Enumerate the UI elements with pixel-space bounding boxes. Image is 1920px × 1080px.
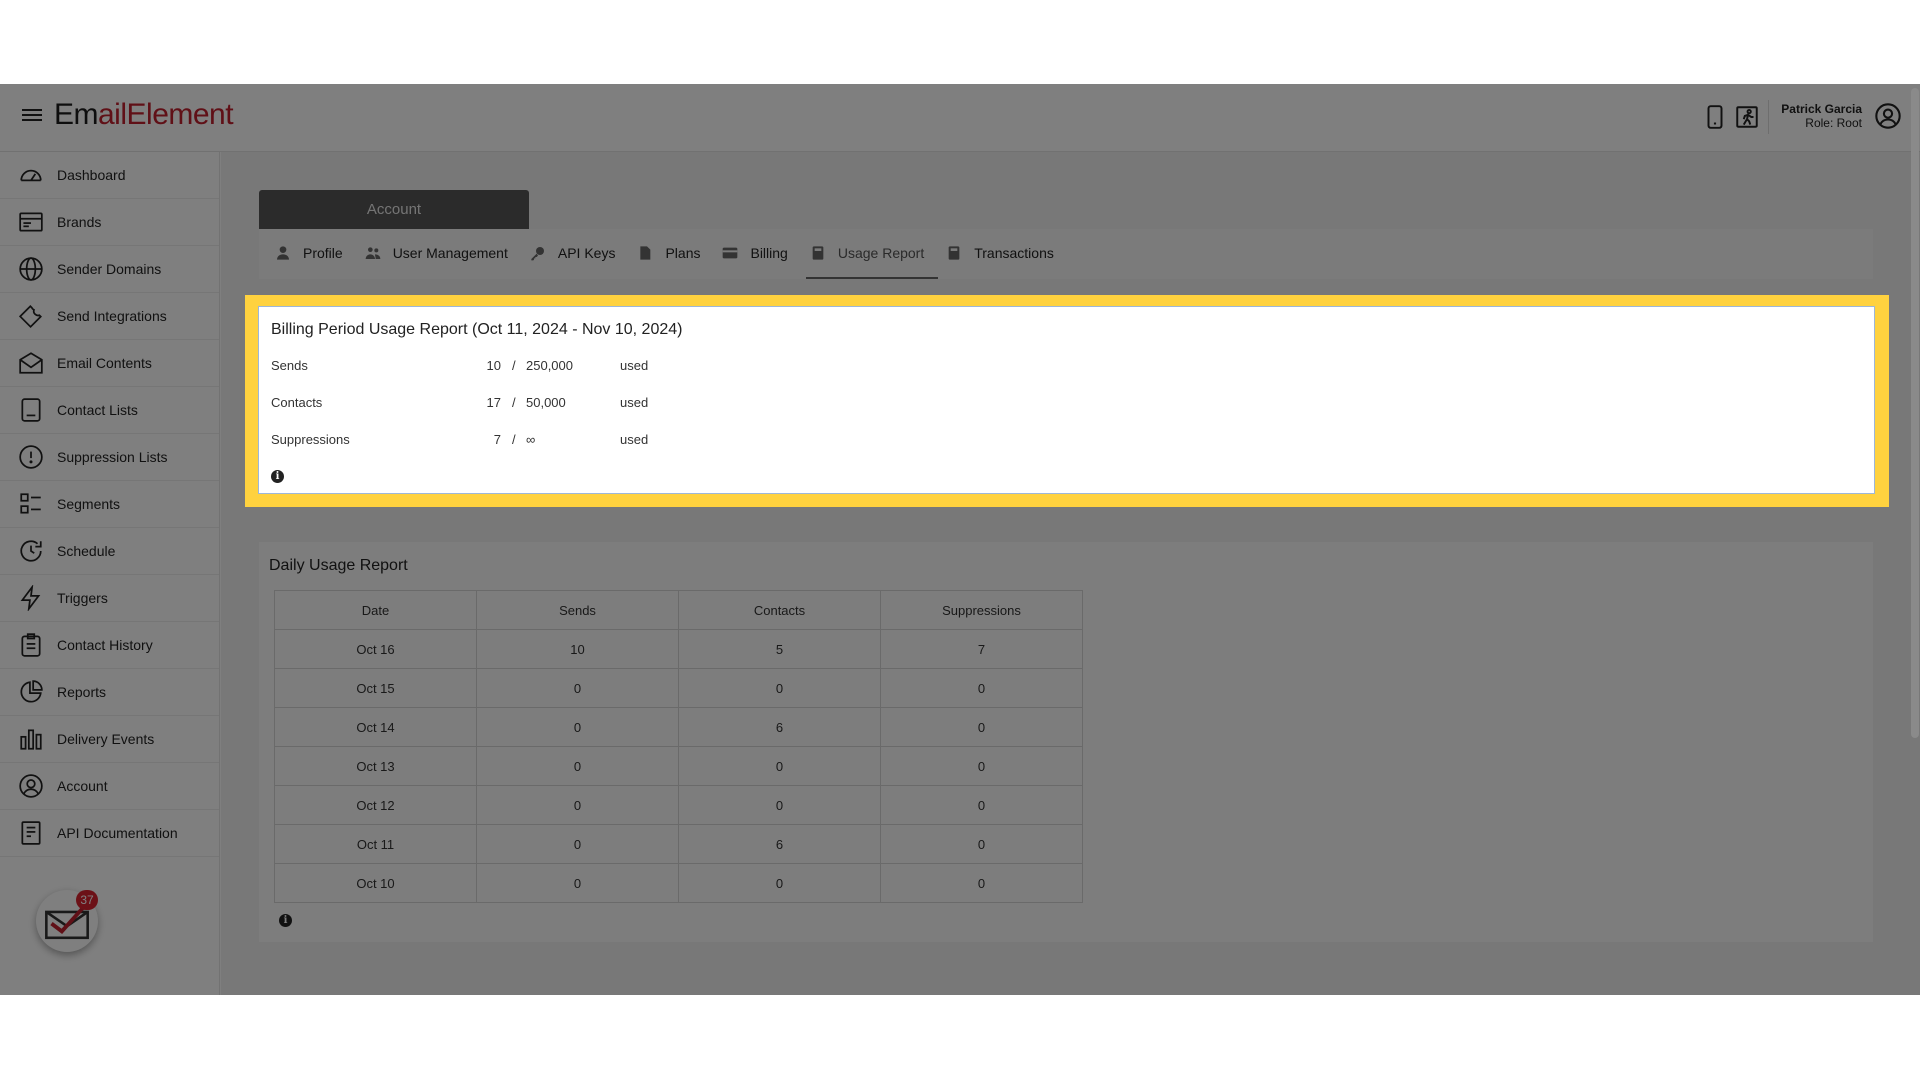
info-icon[interactable]: i	[271, 470, 284, 483]
logo-part-dark: Em	[54, 98, 99, 131]
envelope-icon	[19, 352, 43, 374]
sidebar-item-send-integrations[interactable]: Send Integrations	[0, 293, 219, 340]
bolt-icon	[20, 585, 41, 611]
sidebar-item-email-contents[interactable]: Email Contents	[0, 340, 219, 387]
scrollbar-thumb[interactable]	[1911, 88, 1919, 738]
brand-logo[interactable]: Em ailElement	[54, 98, 234, 132]
app-window: Em ailElement Patrick Garcia Role: Root D…	[0, 84, 1920, 995]
user-role: Role: Root	[1805, 116, 1862, 130]
sidebar-item-label: Segments	[57, 496, 121, 512]
usage-separator: /	[512, 432, 516, 447]
segments-icon	[20, 493, 41, 514]
usage-used: 10	[486, 358, 501, 373]
usage-used: 7	[493, 432, 501, 447]
exclamation-circle-icon	[19, 445, 43, 469]
brands-icon	[19, 212, 43, 232]
pie-chart-icon	[20, 680, 43, 703]
sidebar-item-reports[interactable]: Reports	[0, 669, 219, 716]
usage-label: Suppressions	[271, 432, 350, 447]
notification-badge: 37	[76, 890, 98, 910]
usage-limit: ∞	[526, 432, 536, 447]
highlight-layer: Billing Period Usage Report (Oct 11, 202…	[221, 152, 1920, 995]
bar-chart-icon	[20, 729, 42, 750]
sidebar-item-triggers[interactable]: Triggers	[0, 575, 219, 622]
sidebar-item-contact-history[interactable]: Contact History	[0, 622, 219, 669]
usage-label: Contacts	[271, 395, 323, 410]
usage-used: 17	[486, 395, 501, 410]
sidebar: Dashboard Brands Sender Domains Send Int…	[0, 152, 220, 995]
usage-label: Sends	[271, 358, 308, 373]
sidebar-item-label: Account	[57, 778, 108, 794]
header-separator	[1768, 100, 1769, 134]
user-circle-icon[interactable]	[1874, 102, 1902, 130]
globe-icon	[19, 257, 43, 281]
user-circle-icon	[19, 774, 43, 798]
user-info: Patrick Garcia Role: Root	[1781, 102, 1862, 130]
sidebar-item-label: Email Contents	[57, 355, 152, 371]
sidebar-item-brands[interactable]: Brands	[0, 199, 219, 246]
usage-row-sends: Sends 10 / 250,000 used	[271, 358, 691, 376]
top-header: Em ailElement Patrick Garcia Role: Root	[0, 84, 1920, 152]
sidebar-item-delivery-events[interactable]: Delivery Events	[0, 716, 219, 763]
sidebar-item-contact-lists[interactable]: Contact Lists	[0, 387, 219, 434]
usage-separator: /	[512, 358, 516, 373]
sidebar-item-label: API Documentation	[57, 825, 178, 841]
wrench-icon	[18, 305, 42, 329]
clock-icon	[20, 540, 42, 562]
billing-period-title: Billing Period Usage Report (Oct 11, 202…	[271, 321, 683, 338]
billing-period-usage-card: Billing Period Usage Report (Oct 11, 202…	[258, 306, 1875, 494]
usage-limit: 50,000	[526, 395, 566, 410]
sidebar-item-sender-domains[interactable]: Sender Domains	[0, 246, 219, 293]
sidebar-item-label: Triggers	[57, 590, 108, 606]
hamburger-menu-icon[interactable]	[22, 106, 42, 126]
usage-suffix: used	[620, 358, 649, 373]
sidebar-item-label: Contact History	[57, 637, 153, 653]
running-person-icon[interactable]	[1734, 104, 1760, 130]
sidebar-item-suppression-lists[interactable]: Suppression Lists	[0, 434, 219, 481]
sidebar-item-label: Reports	[57, 684, 107, 700]
document-icon	[21, 821, 41, 845]
mobile-icon[interactable]	[1702, 104, 1728, 130]
clipboard-icon	[21, 633, 41, 657]
usage-row-contacts: Contacts 17 / 50,000 used	[271, 395, 691, 413]
page-scrollbar[interactable]	[1910, 84, 1920, 995]
sidebar-item-label: Contact Lists	[57, 402, 138, 418]
contact-list-icon	[21, 398, 41, 422]
sidebar-item-dashboard[interactable]: Dashboard	[0, 152, 219, 199]
sidebar-item-label: Schedule	[57, 543, 116, 559]
sidebar-item-segments[interactable]: Segments	[0, 481, 219, 528]
sidebar-item-label: Suppression Lists	[57, 449, 168, 465]
usage-suffix: used	[620, 395, 649, 410]
usage-row-suppressions: Suppressions 7 / ∞ used	[271, 432, 691, 450]
usage-suffix: used	[620, 432, 649, 447]
sidebar-item-account[interactable]: Account	[0, 763, 219, 810]
sidebar-item-label: Brands	[57, 214, 102, 230]
logo-part-red: ailElement	[98, 98, 234, 131]
gauge-icon	[20, 169, 42, 182]
usage-limit: 250,000	[526, 358, 573, 373]
sidebar-item-label: Delivery Events	[57, 731, 155, 747]
sidebar-item-label: Dashboard	[57, 167, 126, 183]
sidebar-item-label: Sender Domains	[57, 261, 162, 277]
sidebar-item-schedule[interactable]: Schedule	[0, 528, 219, 575]
sidebar-item-api-documentation[interactable]: API Documentation	[0, 810, 219, 857]
user-name: Patrick Garcia	[1781, 102, 1862, 116]
usage-separator: /	[512, 395, 516, 410]
sidebar-item-label: Send Integrations	[57, 308, 167, 324]
